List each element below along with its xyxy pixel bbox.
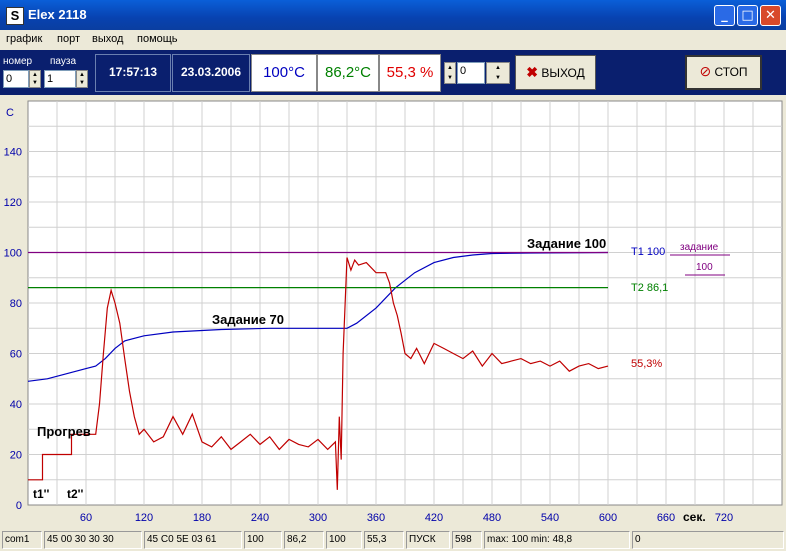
x-tick-label: 660 (657, 512, 675, 524)
status-extra: 0 (632, 531, 784, 549)
x-tick-label: 180 (193, 512, 211, 524)
status-port: com1 (2, 531, 42, 549)
pauza-label: пауза (50, 56, 77, 67)
x-tick-label: 300 (309, 512, 327, 524)
status-bar: com1 45 00 30 30 30 45 C0 5E 03 61 100 8… (0, 529, 786, 551)
x-tick-label: 420 (425, 512, 443, 524)
legend-setpoint-value: 100 (696, 262, 713, 273)
menu-port[interactable]: порт (57, 33, 80, 45)
y-tick-label: 100 (4, 248, 22, 260)
stop-button[interactable]: ⊘ СТОП (685, 55, 762, 90)
menu-exit[interactable]: выход (92, 33, 123, 45)
y-tick-label: 140 (4, 147, 22, 159)
status-t1: 100 (244, 531, 282, 549)
status-mode: ПУСК (406, 531, 450, 549)
menu-grafik[interactable]: график (6, 33, 42, 45)
status-power: 55,3 (364, 531, 404, 549)
legend-power: 55,3% (631, 358, 662, 370)
toolbar: номер пауза 0 ▲ ▼ 1 ▲ ▼ 17:57:13 23.03.200… (0, 50, 786, 95)
title-bar: S Elex 2118 _ □ ✕ (0, 0, 786, 30)
t1-display: 100°C (251, 54, 317, 92)
x-tick-label: 360 (367, 512, 385, 524)
window-title: Elex 2118 (28, 7, 87, 22)
status-seconds: 598 (452, 531, 482, 549)
date-display: 23.03.2006 (172, 54, 250, 92)
x-tick-label: 720 (715, 512, 733, 524)
legend-t1: T1 100 (631, 246, 665, 258)
counter-stepper-right[interactable]: ▲ ▼ (486, 62, 510, 84)
y-tick-label: 40 (10, 399, 22, 411)
maximize-button[interactable]: □ (737, 5, 758, 26)
annotation-set100: Задание 100 (527, 236, 606, 251)
legend-setpoint: задание (680, 242, 719, 253)
legend-t2: T2 86,1 (631, 282, 668, 294)
x-tick-label: 120 (135, 512, 153, 524)
y-tick-label: 0 (16, 500, 22, 512)
y-axis-label: С (6, 107, 14, 119)
no-entry-icon: ⊘ (699, 63, 712, 79)
close-button[interactable]: ✕ (760, 5, 781, 26)
status-minmax: max: 100 min: 48,8 (484, 531, 630, 549)
minimize-button[interactable]: _ (714, 5, 735, 26)
power-display: 55,3 % (379, 54, 441, 92)
x-tick-label: 60 (80, 512, 92, 524)
status-t2: 86,2 (284, 531, 324, 549)
x-tick-label: 240 (251, 512, 269, 524)
menu-help[interactable]: помощь (137, 33, 178, 45)
annotation-t2: t2'' (67, 487, 84, 501)
annotation-t1: t1'' (33, 487, 50, 501)
x-tick-label: 480 (483, 512, 501, 524)
nomer-input[interactable]: 0 (3, 70, 29, 88)
status-tx: 45 00 30 30 30 (44, 531, 142, 549)
menu-bar: график порт выход помощь (0, 30, 786, 50)
nomer-stepper[interactable]: ▲ ▼ (29, 70, 41, 88)
counter-input[interactable]: 0 (457, 62, 485, 84)
x-icon: ✖ (526, 64, 538, 80)
annotation-set70: Задание 70 (212, 312, 284, 327)
y-tick-label: 80 (10, 298, 22, 310)
pauza-input[interactable]: 1 (44, 70, 76, 88)
counter-stepper-left[interactable]: ▲ ▼ (444, 62, 456, 84)
pauza-stepper[interactable]: ▲ ▼ (76, 70, 88, 88)
app-icon[interactable]: S (6, 7, 24, 25)
annotation-heat: Прогрев (37, 424, 91, 439)
exit-button[interactable]: ✖ ВЫХОД (515, 55, 596, 90)
status-rx: 45 C0 5E 03 61 (144, 531, 242, 549)
stop-label: СТОП (714, 65, 748, 79)
y-tick-label: 60 (10, 349, 22, 361)
exit-label: ВЫХОД (541, 66, 585, 80)
time-display: 17:57:13 (95, 54, 171, 92)
t2-display: 86,2°C (317, 54, 379, 92)
x-axis-label: сек. (683, 510, 706, 524)
y-tick-label: 20 (10, 450, 22, 462)
y-tick-label: 120 (4, 197, 22, 209)
temperature-chart: 0 20 40 60 80 100 120 140 60 120 180 240 300 360 420 4… (0, 97, 786, 527)
nomer-label: номер (3, 56, 33, 67)
x-tick-label: 540 (541, 512, 559, 524)
x-tick-label: 600 (599, 512, 617, 524)
status-setpoint: 100 (326, 531, 362, 549)
